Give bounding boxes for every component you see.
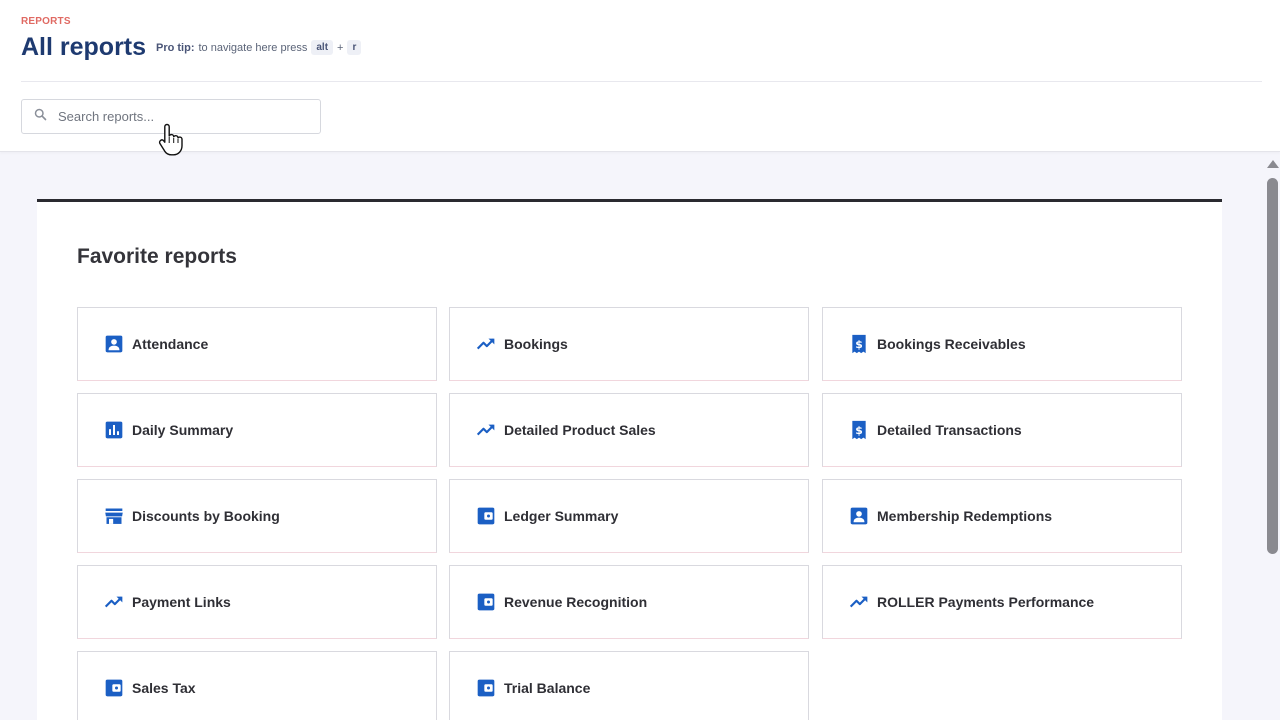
pro-tip: Pro tip: to navigate here press alt + r [156,40,362,55]
report-card-daily-summary[interactable]: Daily Summary [77,393,437,467]
receipt-dollar-icon: $ [849,334,869,354]
trending-up-icon [476,420,496,440]
storefront-icon [104,506,124,526]
svg-text:$: $ [855,338,863,351]
report-card-bookings-receivables[interactable]: $ Bookings Receivables [822,307,1182,381]
breadcrumb: REPORTS [21,16,71,27]
report-card-detailed-product-sales[interactable]: Detailed Product Sales [449,393,809,467]
report-card-attendance[interactable]: Attendance [77,307,437,381]
wallet-icon [104,678,124,698]
account-box-icon [104,334,124,354]
report-card-ledger-summary[interactable]: Ledger Summary [449,479,809,553]
trending-up-icon [849,592,869,612]
trending-up-icon [476,334,496,354]
shortcut-key-r: r [347,40,362,55]
report-card-label: Membership Redemptions [877,508,1053,524]
report-card-detailed-transactions[interactable]: $ Detailed Transactions [822,393,1182,467]
report-card-label: Discounts by Booking [132,508,280,524]
scroll-up-arrow-icon[interactable] [1266,158,1280,170]
report-card-label: Payment Links [132,594,231,610]
page-header: REPORTS All reports Pro tip: to navigate… [0,0,1280,152]
report-card-label: Trial Balance [504,680,591,696]
pro-tip-text: to navigate here press [198,41,308,54]
report-card-label: Ledger Summary [504,508,619,524]
shortcut-key-alt: alt [311,40,334,55]
search-icon [33,107,48,127]
report-card-membership-redemptions[interactable]: Membership Redemptions [822,479,1182,553]
report-card-label: Sales Tax [132,680,196,696]
report-card-label: Bookings Receivables [877,336,1026,352]
pro-tip-label: Pro tip: [156,41,195,54]
report-card-payment-links[interactable]: Payment Links [77,565,437,639]
wallet-icon [476,506,496,526]
report-card-roller-payments-performance[interactable]: ROLLER Payments Performance [822,565,1182,639]
report-card-label: Detailed Product Sales [504,422,656,438]
trending-up-icon [104,592,124,612]
receipt-dollar-icon: $ [849,420,869,440]
shortcut-plus: + [337,41,344,54]
hand-cursor-icon [158,123,183,156]
wallet-icon [476,678,496,698]
report-card-discounts-by-booking[interactable]: Discounts by Booking [77,479,437,553]
svg-text:$: $ [855,424,863,437]
favorite-reports-title: Favorite reports [77,245,237,268]
favorite-reports-panel: Favorite reports Attendance Bookings $ Book… [37,199,1222,720]
report-card-label: Daily Summary [132,422,234,438]
report-card-label: Attendance [132,336,209,352]
report-card-label: Bookings [504,336,568,352]
report-card-revenue-recognition[interactable]: Revenue Recognition [449,565,809,639]
scrollbar-thumb[interactable] [1267,178,1278,554]
report-card-label: ROLLER Payments Performance [877,594,1095,610]
wallet-icon [476,592,496,612]
report-card-label: Detailed Transactions [877,422,1022,438]
page-title: All reports [21,33,147,61]
header-divider [21,81,1262,82]
report-card-label: Revenue Recognition [504,594,648,610]
report-card-bookings[interactable]: Bookings [449,307,809,381]
report-card-trial-balance[interactable]: Trial Balance [449,651,809,720]
report-card-sales-tax[interactable]: Sales Tax [77,651,437,720]
account-box-icon [849,506,869,526]
bar-chart-icon [104,420,124,440]
